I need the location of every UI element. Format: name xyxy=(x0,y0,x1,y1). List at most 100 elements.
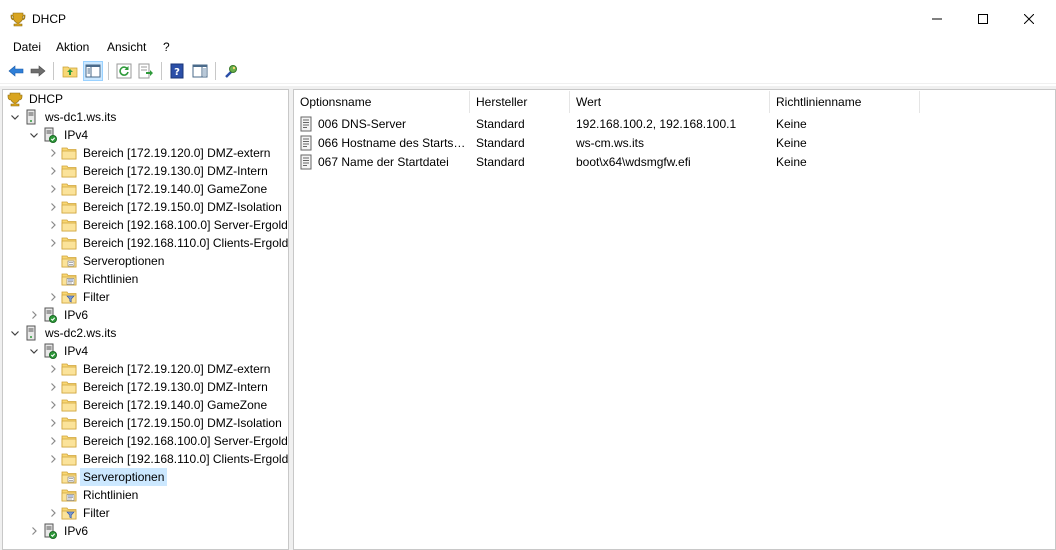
tree-node-label: Serveroptionen xyxy=(79,468,168,486)
option-icon xyxy=(298,116,314,132)
help-icon[interactable]: ? xyxy=(167,61,187,81)
chevron-right-icon[interactable] xyxy=(45,180,61,198)
tree-node-server1-ipv4[interactable]: IPv4 xyxy=(26,126,90,144)
tree-node-server2-ipv4[interactable]: IPv4 xyxy=(26,342,90,360)
tree-node-server1-scope[interactable]: Bereich [172.19.120.0] DMZ-extern xyxy=(45,144,272,162)
svg-text:?: ? xyxy=(174,67,180,78)
chevron-right-icon[interactable] xyxy=(45,432,61,450)
server-options-icon xyxy=(61,469,77,485)
tree-node-server1-serveroptions[interactable]: Serveroptionen xyxy=(45,252,166,270)
show-hide-action-pane-icon[interactable] xyxy=(190,61,210,81)
tree-node-server1-filter[interactable]: Filter xyxy=(45,288,112,306)
tree-node-server2-filter[interactable]: Filter xyxy=(45,504,112,522)
tree-node-server1-scope[interactable]: Bereich [172.19.150.0] DMZ-Isolation xyxy=(45,198,284,216)
tree-node-server2-scope[interactable]: Bereich [172.19.120.0] DMZ-extern xyxy=(45,360,272,378)
tree-node-label: Bereich [192.168.100.0] Server-Ergoldsba… xyxy=(83,434,288,448)
tree-node-server1-scope[interactable]: Bereich [192.168.100.0] Server-Ergoldsba… xyxy=(45,216,288,234)
tree-node-label: Bereich [172.19.150.0] DMZ-Isolation xyxy=(83,416,282,430)
cell-wert: boot\x64\wdsmgfw.efi xyxy=(576,155,691,169)
menu-datei[interactable]: Datei xyxy=(11,40,43,54)
dhcp-trophy-icon xyxy=(10,11,26,27)
folder-icon xyxy=(61,217,77,233)
tree-node-label: Bereich [192.168.110.0] Clients-Ergoldsb… xyxy=(83,452,289,466)
ipv4-icon xyxy=(42,343,58,359)
server-icon xyxy=(23,109,39,125)
policies-icon xyxy=(61,487,77,503)
tree-node-label: DHCP xyxy=(29,92,64,106)
tree-node-server2-scope[interactable]: Bereich [172.19.130.0] DMZ-Intern xyxy=(45,378,270,396)
chevron-right-icon[interactable] xyxy=(45,234,61,252)
column-header-hersteller[interactable]: Hersteller xyxy=(470,91,570,113)
tree-node-server1-scope[interactable]: Bereich [172.19.130.0] DMZ-Intern xyxy=(45,162,270,180)
cell-optionsname[interactable]: 006 DNS-Server xyxy=(318,115,470,133)
tree-node-label: Bereich [192.168.100.0] Server-Ergoldsba… xyxy=(83,218,288,232)
chevron-right-icon[interactable] xyxy=(45,198,61,216)
minimize-button[interactable] xyxy=(914,0,960,38)
option-icon xyxy=(298,135,314,151)
back-icon[interactable] xyxy=(6,61,26,81)
server-icon xyxy=(23,325,39,341)
chevron-right-icon[interactable] xyxy=(45,378,61,396)
show-hide-console-tree-icon[interactable] xyxy=(83,61,103,81)
up-folder-icon[interactable] xyxy=(60,61,80,81)
console-tree[interactable]: DHCP ws-dc1.ws.its IPv4 Bereich [172.19.120… xyxy=(2,89,289,550)
column-header-richtlinienname[interactable]: Richtlinienname xyxy=(770,91,920,113)
tree-node-label: Richtlinien xyxy=(83,272,139,286)
ipv4-icon xyxy=(42,127,58,143)
tree-node-server1[interactable]: ws-dc1.ws.its xyxy=(7,108,118,126)
tree-node-label: Bereich [172.19.140.0] GameZone xyxy=(83,182,268,196)
chevron-right-icon[interactable] xyxy=(45,144,61,162)
chevron-right-icon[interactable] xyxy=(45,162,61,180)
tree-node-server2-scope[interactable]: Bereich [172.19.140.0] GameZone xyxy=(45,396,269,414)
dhcp-trophy-icon xyxy=(7,91,23,107)
cell-richtlinienname: Keine xyxy=(776,155,807,169)
maximize-button[interactable] xyxy=(960,0,1006,38)
export-list-icon[interactable] xyxy=(136,61,156,81)
tree-node-dhcp[interactable]: DHCP xyxy=(7,90,65,108)
tree-node-label: Bereich [172.19.120.0] DMZ-extern xyxy=(83,362,271,376)
chevron-down-icon[interactable] xyxy=(26,126,42,144)
results-list[interactable]: Optionsname Hersteller Wert Richtlinienn… xyxy=(293,89,1056,550)
chevron-right-icon[interactable] xyxy=(45,414,61,432)
column-header-wert[interactable]: Wert xyxy=(570,91,770,113)
dhcp-server-tool-icon[interactable] xyxy=(221,61,241,81)
menu-ansicht[interactable]: Ansicht xyxy=(105,40,148,54)
tree-node-label: ws-dc2.ws.its xyxy=(45,326,117,340)
chevron-right-icon[interactable] xyxy=(45,450,61,468)
chevron-down-icon[interactable] xyxy=(7,324,23,342)
chevron-down-icon[interactable] xyxy=(26,342,42,360)
menu-help[interactable]: ? xyxy=(161,40,172,54)
cell-optionsname[interactable]: 067 Name der Startdatei xyxy=(318,153,470,171)
chevron-right-icon[interactable] xyxy=(45,396,61,414)
window-title: DHCP xyxy=(32,12,67,26)
tree-node-server1-ipv6[interactable]: IPv6 xyxy=(26,306,90,324)
refresh-icon[interactable] xyxy=(114,61,134,81)
chevron-down-icon[interactable] xyxy=(7,108,23,126)
tree-node-server2-scope[interactable]: Bereich [172.19.150.0] DMZ-Isolation xyxy=(45,414,284,432)
tree-node-server1-scope[interactable]: Bereich [192.168.110.0] Clients-Ergoldsb… xyxy=(45,234,288,252)
chevron-right-icon[interactable] xyxy=(45,288,61,306)
forward-icon[interactable] xyxy=(28,61,48,81)
chevron-right-icon[interactable] xyxy=(26,522,42,540)
tree-node-server2-scope[interactable]: Bereich [192.168.100.0] Server-Ergoldsba… xyxy=(45,432,288,450)
tree-node-server2[interactable]: ws-dc2.ws.its xyxy=(7,324,118,342)
chevron-right-icon[interactable] xyxy=(45,216,61,234)
tree-node-server1-scope[interactable]: Bereich [172.19.140.0] GameZone xyxy=(45,180,269,198)
menu-aktion[interactable]: Aktion xyxy=(54,40,91,54)
tree-node-server2-serveroptions[interactable]: Serveroptionen xyxy=(45,468,168,486)
cell-optionsname[interactable]: 066 Hostname des Startservers xyxy=(318,134,470,152)
chevron-right-icon[interactable] xyxy=(45,360,61,378)
option-icon xyxy=(298,154,314,170)
chevron-right-icon[interactable] xyxy=(26,306,42,324)
tree-node-server2-scope[interactable]: Bereich [192.168.110.0] Clients-Ergoldsb… xyxy=(45,450,289,468)
folder-icon xyxy=(61,433,77,449)
close-button[interactable] xyxy=(1006,0,1052,38)
tree-node-server2-ipv6[interactable]: IPv6 xyxy=(26,522,90,540)
tree-node-label: Bereich [172.19.130.0] DMZ-Intern xyxy=(83,164,268,178)
column-header-optionsname[interactable]: Optionsname xyxy=(294,91,470,113)
folder-icon xyxy=(61,181,77,197)
tree-node-server1-policies[interactable]: Richtlinien xyxy=(45,270,140,288)
chevron-right-icon[interactable] xyxy=(45,504,61,522)
filter-icon xyxy=(61,505,77,521)
tree-node-server2-policies[interactable]: Richtlinien xyxy=(45,486,140,504)
